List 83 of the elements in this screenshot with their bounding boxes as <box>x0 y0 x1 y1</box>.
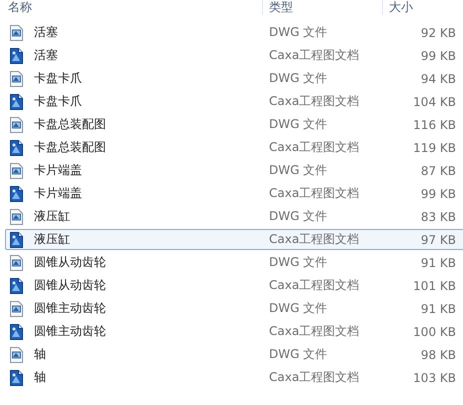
file-name: 活塞 <box>33 47 59 64</box>
file-size: 92 KB <box>420 26 456 40</box>
file-name: 卡盘总装配图 <box>33 116 107 133</box>
file-size: 97 KB <box>420 232 456 246</box>
file-type: Caxa工程图文档 <box>269 47 360 64</box>
file-name: 圆锥主动齿轮 <box>33 323 107 340</box>
file-row[interactable]: 圆锥从动齿轮 DWG 文件 91 KB <box>5 252 463 273</box>
file-row[interactable]: 轴 DWG 文件 98 KB <box>5 344 463 365</box>
file-size: 87 KB <box>420 164 456 178</box>
file-row[interactable]: 圆锥主动齿轮 DWG 文件 91 KB <box>5 298 463 319</box>
file-name: 卡片端盖 <box>33 162 83 179</box>
drawing-file-icon <box>10 346 23 362</box>
file-row[interactable]: 卡片端盖 DWG 文件 87 KB <box>5 160 463 181</box>
file-type: Caxa工程图文档 <box>269 185 360 202</box>
file-size: 83 KB <box>420 210 456 224</box>
file-type: Caxa工程图文档 <box>269 369 360 386</box>
file-size: 103 KB <box>412 370 456 384</box>
document-file-icon <box>10 48 23 64</box>
file-row[interactable]: 液压缸 DWG 文件 83 KB <box>5 206 463 227</box>
drawing-file-icon <box>10 116 23 132</box>
file-type: Caxa工程图文档 <box>269 93 360 110</box>
file-type: Caxa工程图文档 <box>269 231 360 248</box>
file-type: Caxa工程图文档 <box>269 323 360 340</box>
file-name: 活塞 <box>33 24 59 41</box>
file-type: DWG 文件 <box>269 116 328 133</box>
file-name: 卡盘卡爪 <box>33 93 83 110</box>
drawing-file-icon <box>10 254 23 270</box>
file-type: DWG 文件 <box>269 300 328 317</box>
file-size: 98 KB <box>420 348 456 362</box>
file-size: 104 KB <box>412 94 456 108</box>
file-name: 圆锥从动齿轮 <box>33 254 107 271</box>
file-name: 卡盘总装配图 <box>33 139 107 156</box>
drawing-file-icon <box>10 162 23 178</box>
file-row[interactable]: 卡盘卡爪 Caxa工程图文档 104 KB <box>5 91 463 112</box>
file-type: DWG 文件 <box>269 24 328 41</box>
document-file-icon <box>10 324 23 340</box>
drawing-file-icon <box>10 70 23 86</box>
document-file-icon <box>10 94 23 110</box>
file-row[interactable]: 液压缸 Caxa工程图文档 97 KB <box>5 229 463 250</box>
file-row[interactable]: 活塞 DWG 文件 92 KB <box>5 22 463 43</box>
file-row[interactable]: 卡盘总装配图 Caxa工程图文档 119 KB <box>5 137 463 158</box>
drawing-file-icon <box>10 300 23 316</box>
file-size: 116 KB <box>412 118 456 132</box>
file-size: 91 KB <box>420 302 456 316</box>
document-file-icon <box>10 232 23 248</box>
file-row[interactable]: 圆锥从动齿轮 Caxa工程图文档 101 KB <box>5 275 463 296</box>
file-type: DWG 文件 <box>269 162 328 179</box>
column-header[interactable]: 类型 <box>269 0 293 14</box>
drawing-file-icon <box>10 208 23 224</box>
file-name: 液压缸 <box>33 208 71 225</box>
file-name: 轴 <box>33 369 47 386</box>
file-row[interactable]: 活塞 Caxa工程图文档 99 KB <box>5 45 463 66</box>
file-type: DWG 文件 <box>269 346 328 363</box>
file-size: 100 KB <box>412 324 456 338</box>
file-type: DWG 文件 <box>269 70 328 87</box>
file-name: 卡盘卡爪 <box>33 70 83 87</box>
file-size: 94 KB <box>420 72 456 86</box>
file-type: DWG 文件 <box>269 254 328 271</box>
file-type: Caxa工程图文档 <box>269 139 360 156</box>
file-name: 轴 <box>33 346 47 363</box>
document-file-icon <box>10 278 23 294</box>
file-size: 119 KB <box>412 140 456 154</box>
file-name: 液压缸 <box>33 231 71 248</box>
file-size: 99 KB <box>420 186 456 200</box>
file-name: 圆锥从动齿轮 <box>33 277 107 294</box>
column-header[interactable]: 名称 <box>8 0 32 14</box>
file-size: 91 KB <box>420 256 456 270</box>
file-row[interactable]: 圆锥主动齿轮 Caxa工程图文档 100 KB <box>5 321 463 342</box>
column-header[interactable]: 大小 <box>389 0 413 14</box>
document-file-icon <box>10 140 23 156</box>
document-file-icon <box>10 186 23 202</box>
file-size: 101 KB <box>412 278 456 292</box>
file-row[interactable]: 卡片端盖 Caxa工程图文档 99 KB <box>5 183 463 204</box>
file-row[interactable]: 轴 Caxa工程图文档 103 KB <box>5 367 463 388</box>
file-row[interactable]: 卡盘总装配图 DWG 文件 116 KB <box>5 114 463 135</box>
file-size: 99 KB <box>420 48 456 62</box>
file-name: 圆锥主动齿轮 <box>33 300 107 317</box>
file-name: 卡片端盖 <box>33 185 83 202</box>
document-file-icon <box>10 370 23 386</box>
file-row[interactable]: 卡盘卡爪 DWG 文件 94 KB <box>5 68 463 89</box>
drawing-file-icon <box>10 24 23 40</box>
file-type: Caxa工程图文档 <box>269 277 360 294</box>
file-type: DWG 文件 <box>269 208 328 225</box>
